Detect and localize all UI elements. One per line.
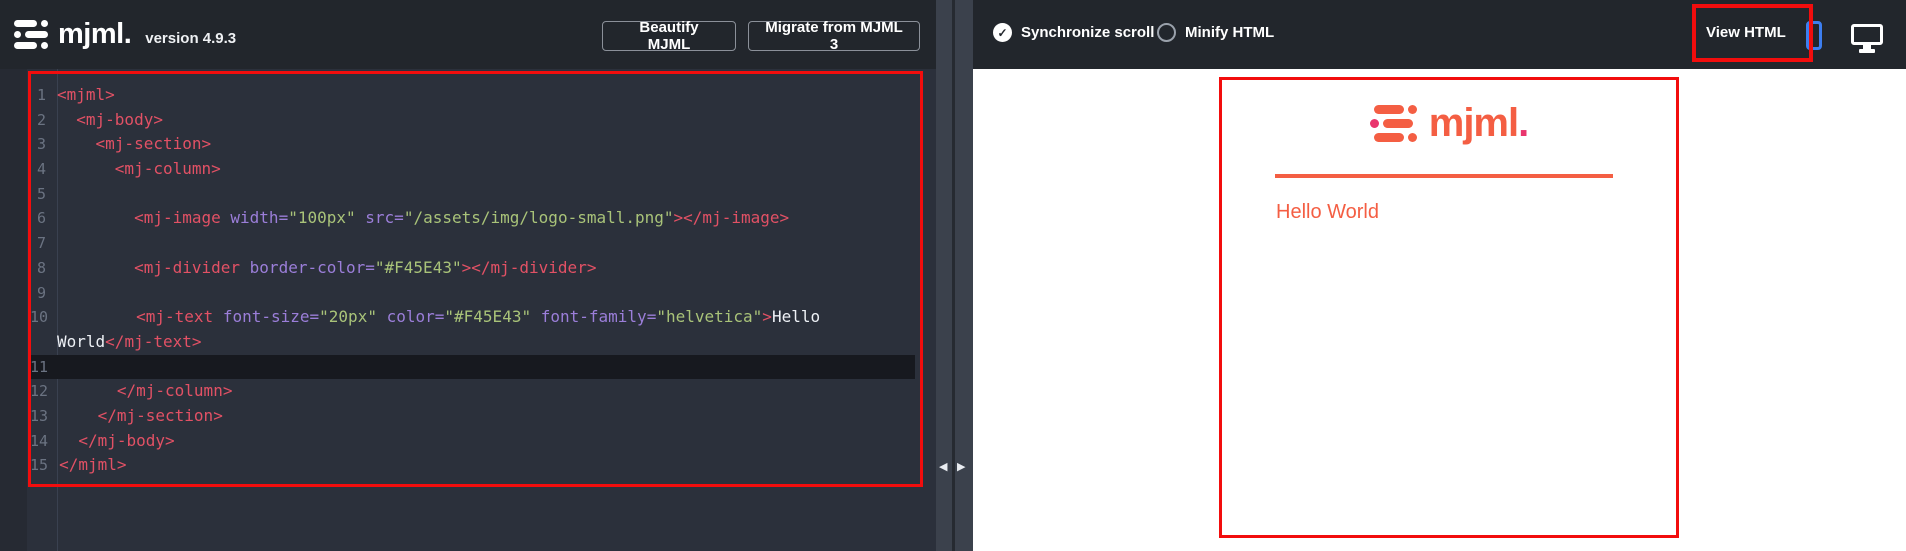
synchronize-scroll-label: Synchronize scroll bbox=[1021, 24, 1155, 41]
mobile-view-icon[interactable] bbox=[1806, 21, 1822, 50]
code-line[interactable]: 11 bbox=[30, 354, 915, 380]
collapse-right-icon[interactable]: ▶ bbox=[957, 460, 965, 473]
preview-mjml-logo-text: mjml. bbox=[1428, 101, 1529, 145]
line-number: 11 bbox=[30, 357, 49, 376]
preview-hello-world-text: Hello World bbox=[1276, 201, 1379, 223]
line-number: 9 bbox=[36, 283, 46, 302]
line-number: 3 bbox=[36, 135, 46, 154]
line-number: 7 bbox=[36, 234, 46, 253]
code-line[interactable]: 5 bbox=[30, 182, 915, 207]
line-content: <mj-text font-size="20px" color="#F45E43… bbox=[59, 307, 821, 327]
collapse-left-icon[interactable]: ◀ bbox=[939, 460, 947, 473]
header-left: mjml. version 4.9.3 Beautify MJML Migrat… bbox=[0, 0, 936, 69]
line-number: 13 bbox=[30, 406, 49, 425]
mjml-brand: mjml. version 4.9.3 bbox=[14, 18, 236, 51]
line-content bbox=[59, 355, 915, 380]
code-line[interactable]: 14 </mj-body> bbox=[30, 429, 915, 454]
line-number: 4 bbox=[36, 160, 46, 179]
splitter-groove bbox=[952, 0, 955, 551]
line-number: 12 bbox=[30, 382, 49, 401]
pane-splitter[interactable]: ◀ ▶ bbox=[936, 0, 973, 551]
code-line[interactable]: 2 <mj-body> bbox=[30, 108, 915, 133]
line-content: <mj-body> bbox=[57, 109, 163, 129]
line-number: 15 bbox=[30, 456, 49, 475]
code-line[interactable]: 15 </mjml> bbox=[30, 453, 915, 478]
view-html-button[interactable]: View HTML bbox=[1706, 24, 1786, 41]
code-line[interactable]: 4 <mj-column> bbox=[30, 157, 915, 182]
minify-html-checkbox-unchecked-icon[interactable] bbox=[1157, 23, 1176, 42]
editor-left-margin bbox=[0, 69, 27, 551]
code-line[interactable]: 12 </mj-column> bbox=[30, 379, 915, 404]
line-content: World</mj-text> bbox=[57, 331, 202, 351]
desktop-view-icon[interactable] bbox=[1851, 24, 1883, 53]
preview-mjml-logo: mjml. bbox=[1219, 101, 1679, 146]
code-line[interactable]: World</mj-text> bbox=[30, 330, 915, 355]
line-content: </mjml> bbox=[59, 455, 127, 475]
code-line[interactable]: 8 <mj-divider border-color="#F45E43"></m… bbox=[30, 256, 915, 281]
line-number: 8 bbox=[36, 258, 46, 277]
code-line[interactable]: 10 <mj-text font-size="20px" color="#F45… bbox=[30, 305, 915, 330]
code-line[interactable]: 9 bbox=[30, 281, 915, 306]
code-line[interactable]: 7 bbox=[30, 231, 915, 256]
line-content: </mj-column> bbox=[59, 381, 233, 401]
line-content bbox=[57, 182, 915, 207]
mjml-code-editor[interactable]: 1 <mjml> 2 <mj-body> 3 <mj-section> 4 <mj-co… bbox=[0, 69, 936, 551]
line-content: <mj-section> bbox=[57, 134, 212, 154]
preview-divider-rule bbox=[1275, 174, 1613, 178]
line-number bbox=[30, 330, 57, 355]
line-content: <mj-image width="100px" src="/assets/img… bbox=[57, 208, 790, 228]
minify-html-label: Minify HTML bbox=[1185, 24, 1275, 41]
beautify-mjml-button[interactable]: Beautify MJML bbox=[602, 19, 736, 53]
synchronize-scroll-checkbox-checked-icon[interactable]: ✓ bbox=[993, 23, 1012, 42]
line-content: <mj-column> bbox=[57, 159, 221, 179]
line-content: <mj-divider border-color="#F45E43"></mj-… bbox=[57, 257, 597, 277]
code-line[interactable]: 13 </mj-section> bbox=[30, 404, 915, 429]
version-label: version 4.9.3 bbox=[145, 29, 237, 47]
line-number: 1 bbox=[36, 86, 46, 104]
line-content: <mjml> bbox=[57, 85, 115, 104]
line-content bbox=[57, 231, 915, 256]
minify-html-control[interactable]: Minify HTML bbox=[1157, 23, 1274, 42]
migrate-from-mjml3-button[interactable]: Migrate from MJML 3 bbox=[748, 19, 920, 53]
code-line[interactable]: 3 <mj-section> bbox=[30, 132, 915, 157]
synchronize-scroll-control[interactable]: ✓ Synchronize scroll bbox=[993, 23, 1154, 42]
line-number: 5 bbox=[36, 184, 46, 203]
code-line[interactable]: 1 <mjml> bbox=[30, 83, 915, 108]
line-number: 10 bbox=[30, 308, 49, 327]
line-content bbox=[57, 281, 915, 306]
brand-title: mjml. bbox=[58, 18, 132, 50]
mjml-logo-icon bbox=[14, 20, 48, 49]
line-number: 14 bbox=[30, 431, 49, 450]
code-line[interactable]: 6 <mj-image width="100px" src="/assets/i… bbox=[30, 206, 915, 231]
code-lines[interactable]: 1 <mjml> 2 <mj-body> 3 <mj-section> 4 <mj-co… bbox=[30, 83, 915, 478]
line-number: 6 bbox=[36, 209, 46, 228]
line-number: 2 bbox=[36, 110, 46, 129]
line-content: </mj-section> bbox=[59, 405, 223, 425]
line-content: </mj-body> bbox=[59, 430, 175, 450]
preview-mjml-logo-icon bbox=[1369, 105, 1417, 142]
mjml-try-it-live-app: mjml. version 4.9.3 Beautify MJML Migrat… bbox=[0, 0, 1906, 551]
